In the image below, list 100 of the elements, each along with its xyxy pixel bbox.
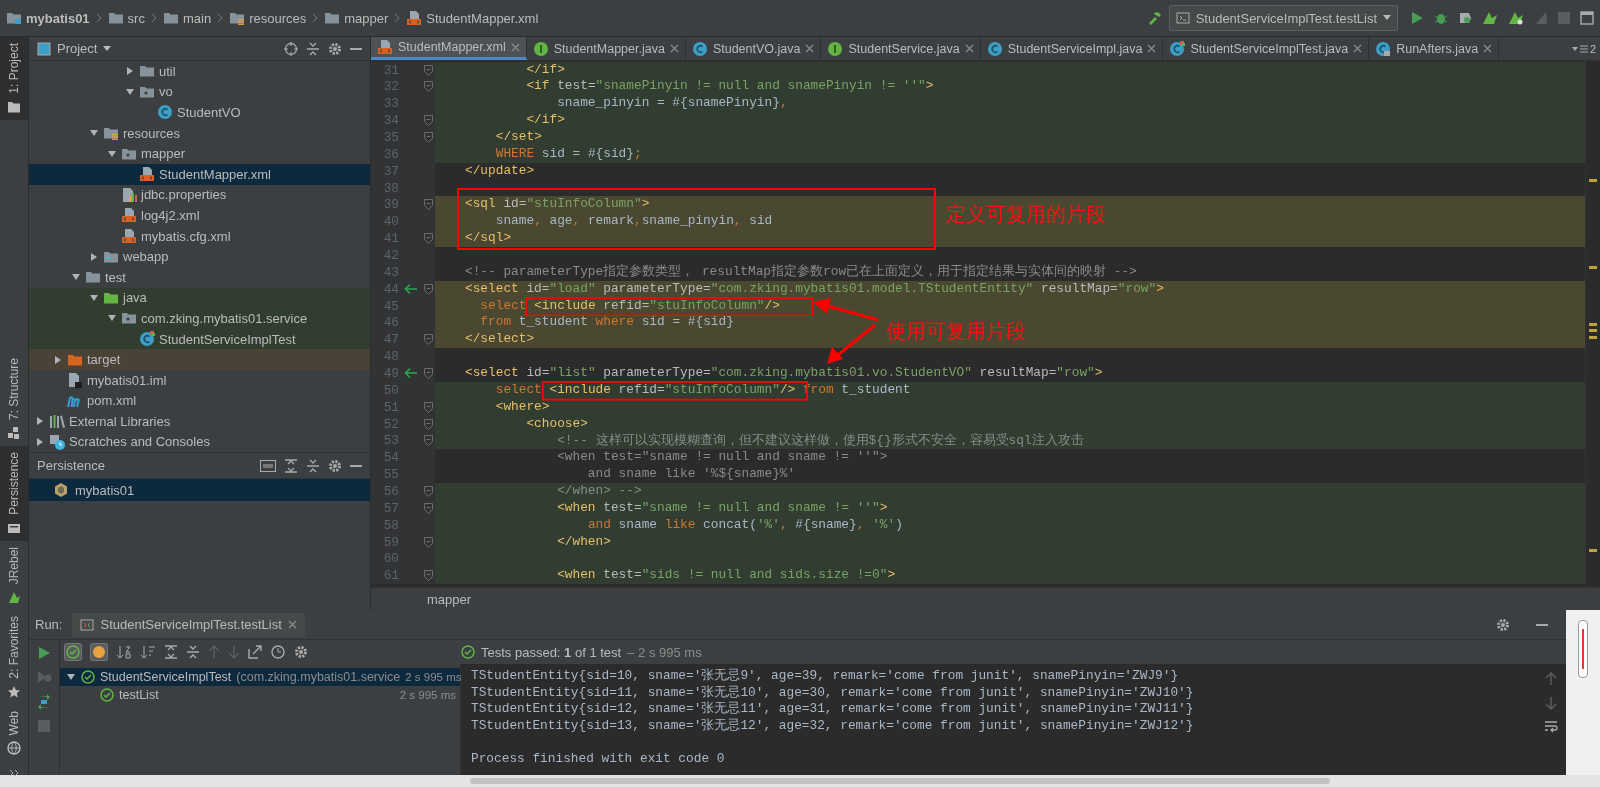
- auto-rerun-icon[interactable]: [36, 694, 52, 710]
- tool-window-tab[interactable]: Persistence: [0, 445, 28, 541]
- breadcrumb-item[interactable]: src: [107, 10, 145, 26]
- fold-icon[interactable]: [423, 502, 433, 514]
- close-icon[interactable]: [510, 42, 520, 52]
- fold-icon[interactable]: [423, 81, 433, 93]
- implemented-arrow-icon[interactable]: [404, 367, 418, 380]
- export-icon[interactable]: [248, 645, 262, 659]
- close-icon[interactable]: [964, 44, 974, 53]
- tree-item[interactable]: jdbc.properties: [29, 184, 370, 206]
- editor-tab[interactable]: StudentServiceImplTest.java: [1163, 37, 1370, 60]
- collapsed-arrow-icon[interactable]: [89, 251, 99, 262]
- settings-icon[interactable]: [328, 458, 342, 473]
- tab-list-button[interactable]: 2: [1567, 37, 1600, 60]
- breadcrumb-item[interactable]: resources: [229, 10, 307, 26]
- scrollbar[interactable]: [1578, 620, 1588, 678]
- test-item[interactable]: StudentServiceImplTest (com.zking.mybatis01.service 2 s 995 ms: [60, 668, 460, 686]
- fold-icon[interactable]: [423, 486, 433, 497]
- tree-item[interactable]: mapper: [29, 143, 370, 164]
- fold-icon[interactable]: [423, 64, 433, 76]
- down-arrow-icon[interactable]: [1545, 696, 1557, 710]
- collapsed-arrow-icon[interactable]: [35, 416, 45, 427]
- breadcrumb-item[interactable]: mapper: [324, 10, 389, 26]
- collapsed-arrow-icon[interactable]: [53, 354, 63, 365]
- collapsed-arrow-icon[interactable]: [35, 437, 45, 447]
- fold-icon[interactable]: [423, 199, 433, 211]
- rerun-icon[interactable]: [37, 646, 51, 660]
- coverage-icon[interactable]: [1458, 11, 1472, 25]
- breadcrumb-item[interactable]: StudentMapper.xml: [406, 10, 539, 26]
- tool-window-tab[interactable]: 7: Structure: [0, 351, 28, 446]
- tool-window-tab[interactable]: JRebel: [0, 540, 28, 610]
- sort-by-duration-icon[interactable]: [140, 645, 156, 659]
- run-configuration-dropdown[interactable]: StudentServiceImplTest.testList: [1168, 5, 1398, 31]
- up-arrow-icon[interactable]: [1545, 672, 1557, 686]
- tree-item[interactable]: StudentMapper.xml: [29, 163, 370, 185]
- tool-window-tab[interactable]: 2: Favorites: [0, 610, 28, 705]
- fold-icon[interactable]: [423, 435, 433, 447]
- close-icon[interactable]: [669, 44, 679, 53]
- fold-icon[interactable]: [423, 536, 433, 548]
- tool-window-tab[interactable]: 1: Project: [0, 37, 28, 120]
- collapse-all-icon[interactable]: [186, 645, 200, 659]
- tree-item[interactable]: log4j2.xml: [29, 205, 370, 226]
- tree-item[interactable]: java: [29, 287, 370, 309]
- tree-item[interactable]: vo: [29, 81, 370, 103]
- tree-item[interactable]: com.zking.mybatis01.service: [29, 308, 370, 329]
- sort-alphabetically-icon[interactable]: [116, 645, 132, 659]
- editor-tab[interactable]: StudentVO.java: [685, 37, 822, 60]
- expanded-arrow-icon[interactable]: [125, 86, 135, 97]
- settings-icon[interactable]: [294, 645, 308, 659]
- close-icon[interactable]: [1353, 44, 1363, 53]
- close-icon[interactable]: [805, 44, 815, 53]
- settings-icon[interactable]: [328, 41, 342, 56]
- editor-tab[interactable]: StudentServiceImpl.java: [980, 37, 1164, 60]
- close-icon[interactable]: [1147, 44, 1157, 53]
- expanded-arrow-icon[interactable]: [107, 148, 117, 159]
- project-view-dropdown[interactable]: Project: [37, 41, 112, 56]
- expand-all-icon[interactable]: [284, 458, 298, 473]
- editor-tab[interactable]: StudentMapper.xml: [371, 37, 527, 60]
- sql-console-icon[interactable]: [260, 459, 276, 472]
- test-item[interactable]: testList 2 s 995 ms: [60, 686, 460, 704]
- soft-wrap-icon[interactable]: [1544, 720, 1558, 734]
- show-passed-icon[interactable]: [64, 643, 82, 661]
- debug-icon[interactable]: [1434, 11, 1448, 25]
- expanded-arrow-icon[interactable]: [89, 292, 99, 303]
- breadcrumb-item[interactable]: mapper: [427, 592, 472, 607]
- tool-window-tab[interactable]: Web: [0, 704, 28, 762]
- tree-item[interactable]: External Libraries: [29, 411, 370, 432]
- fold-icon[interactable]: [423, 334, 433, 346]
- fold-icon[interactable]: [423, 233, 433, 245]
- jrebel-debug-icon[interactable]: [1508, 11, 1524, 25]
- fold-icon[interactable]: [423, 570, 433, 582]
- tree-item[interactable]: StudentServiceImplTest: [29, 328, 370, 350]
- fold-icon[interactable]: [423, 418, 433, 430]
- close-icon[interactable]: [287, 620, 297, 629]
- run-icon[interactable]: [1410, 11, 1424, 25]
- breadcrumb-item[interactable]: mybatis01: [6, 10, 90, 26]
- tree-item[interactable]: mybatis01.iml: [29, 369, 370, 391]
- breadcrumb-item[interactable]: main: [162, 10, 212, 26]
- close-icon[interactable]: [1483, 44, 1493, 53]
- fold-icon[interactable]: [423, 115, 433, 127]
- fold-icon[interactable]: [423, 368, 433, 379]
- horizontal-scrollbar[interactable]: [0, 775, 1600, 787]
- expand-all-icon[interactable]: [164, 645, 178, 659]
- tree-item[interactable]: mybatis.cfg.xml: [29, 225, 370, 247]
- jrebel-run-icon[interactable]: [1482, 11, 1498, 25]
- collapse-all-icon[interactable]: [306, 41, 320, 56]
- fold-icon[interactable]: [423, 401, 433, 413]
- tree-item[interactable]: target: [29, 349, 370, 370]
- fold-icon[interactable]: [423, 131, 433, 143]
- tree-item[interactable]: StudentVO: [29, 102, 370, 123]
- locate-icon[interactable]: [284, 41, 298, 56]
- history-icon[interactable]: [270, 644, 286, 660]
- tree-item[interactable]: resources: [29, 122, 370, 144]
- collapse-all-icon[interactable]: [306, 458, 320, 473]
- fold-icon[interactable]: [423, 283, 433, 295]
- collapsed-arrow-icon[interactable]: [125, 66, 135, 77]
- tree-item[interactable]: pom.xml: [29, 390, 370, 412]
- tree-item[interactable]: test: [29, 266, 370, 288]
- editor-tab[interactable]: RunAfters.java: [1369, 37, 1500, 60]
- window-icon[interactable]: [1580, 11, 1594, 25]
